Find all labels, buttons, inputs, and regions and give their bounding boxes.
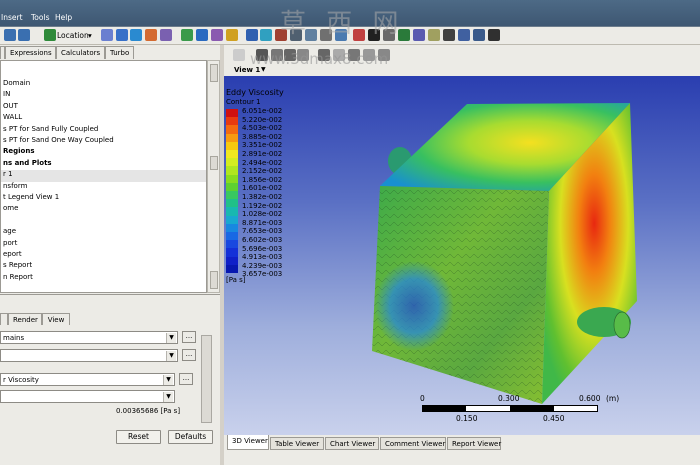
tree-item[interactable]: s PT for Sand Fully Coupled xyxy=(1,125,98,137)
chart-icon[interactable] xyxy=(443,29,455,41)
tree-item[interactable]: t Legend View 1 xyxy=(1,193,59,205)
volume-icon[interactable] xyxy=(246,29,258,41)
location-dropdown[interactable]: Location xyxy=(57,31,89,40)
mesh-calculator-icon[interactable] xyxy=(413,29,425,41)
tab-table-viewer[interactable]: Table Viewer xyxy=(270,437,324,450)
front-blue-region xyxy=(374,261,454,351)
chevron-down-icon: ▼ xyxy=(166,333,176,343)
tree-item[interactable]: Domain xyxy=(1,79,30,91)
tree-scrollbar[interactable] xyxy=(207,60,220,293)
chevron-down-icon: ▼ xyxy=(163,392,173,402)
tab-calculators[interactable]: Calculators xyxy=(56,46,105,59)
streamline-plot-icon[interactable] xyxy=(211,29,223,41)
redo-icon[interactable] xyxy=(18,29,30,41)
domains-browse-button[interactable]: ... xyxy=(182,331,196,343)
viewer-tabs: 3D Viewer Table Viewer Chart Viewer Comm… xyxy=(224,435,700,465)
variable-value: r Viscosity xyxy=(3,376,39,384)
figure-icon[interactable] xyxy=(473,29,485,41)
range-value: 0.00365686 [Pa s] xyxy=(116,407,181,415)
range-select[interactable]: ▼ xyxy=(0,390,175,403)
outline-tree: Domain IN OUT WALL s PT for Sand Fully Coupl… xyxy=(0,60,207,293)
chevron-down-icon[interactable]: ▾ xyxy=(88,31,92,40)
vector-plot-icon[interactable] xyxy=(181,29,193,41)
vector-icon[interactable] xyxy=(101,29,113,41)
tab-expressions[interactable]: Expressions xyxy=(5,46,56,59)
watermark-url: www.3dmax8.com xyxy=(250,50,389,68)
chevron-down-icon: ▼ xyxy=(163,375,173,385)
scroll-thumb[interactable] xyxy=(210,156,218,170)
3d-viewport[interactable]: Eddy Viscosity Contour 1 6.051e-002 5.220… xyxy=(224,76,700,435)
scale-label-0: 0 xyxy=(420,394,425,403)
cube-render xyxy=(372,103,637,404)
tab-comment-viewer[interactable]: Comment Viewer xyxy=(380,437,446,450)
scale-label-600: 0.600 xyxy=(579,394,601,403)
select-icon[interactable] xyxy=(233,49,245,61)
contour-icon[interactable] xyxy=(196,29,208,41)
tree-item[interactable]: OUT xyxy=(1,102,18,114)
scale-seg-1 xyxy=(423,406,466,411)
left-panel: Expressions Calculators Turbo Domain IN OU… xyxy=(0,45,220,465)
tree-item[interactable]: Regions xyxy=(1,147,35,159)
scale-seg-3 xyxy=(510,406,554,411)
tab-report-viewer[interactable]: Report Viewer xyxy=(447,437,501,450)
location-select[interactable]: ▼ xyxy=(0,349,178,362)
tree-item[interactable] xyxy=(1,216,3,228)
menu-insert[interactable]: Insert xyxy=(1,13,23,22)
details-scrollbar[interactable] xyxy=(201,335,212,423)
menu-tools[interactable]: Tools xyxy=(31,13,49,22)
tree-item[interactable]: WALL xyxy=(1,113,22,125)
tab-turbo[interactable]: Turbo xyxy=(105,46,134,59)
details-panel: mains ▼ ... ▼ ... r Viscosity ▼ ... ▼ 0.… xyxy=(0,325,212,425)
menu-help[interactable]: Help xyxy=(55,13,72,22)
tree-item[interactable]: s PT for Sand One Way Coupled xyxy=(1,136,114,148)
tab-3d-viewer[interactable]: 3D Viewer xyxy=(227,435,269,450)
location-icon[interactable] xyxy=(44,29,56,41)
tree-item[interactable]: eport xyxy=(1,250,22,262)
scale-bar xyxy=(422,405,598,412)
variable-browse-button[interactable]: ... xyxy=(179,373,193,385)
tree-item[interactable]: IN xyxy=(1,90,10,102)
reset-button[interactable]: Reset xyxy=(116,430,161,444)
scroll-down-arrow[interactable] xyxy=(210,271,218,289)
comment-icon[interactable] xyxy=(458,29,470,41)
particle-track-icon[interactable] xyxy=(130,29,142,41)
tree-item[interactable]: age xyxy=(1,227,16,239)
tree-item[interactable]: ome xyxy=(1,204,18,216)
domains-select[interactable]: mains ▼ xyxy=(0,331,178,344)
location-browse-button[interactable]: ... xyxy=(182,349,196,361)
tree-item[interactable]: ns and Plots xyxy=(1,159,52,171)
defaults-button[interactable]: Defaults xyxy=(168,430,213,444)
scale-unit: (m) xyxy=(606,394,620,403)
volume-rendering-icon[interactable] xyxy=(145,29,157,41)
variable-select[interactable]: r Viscosity ▼ xyxy=(0,373,175,386)
workspace-tabs: Expressions Calculators Turbo xyxy=(0,46,220,59)
surface-icon[interactable] xyxy=(260,29,272,41)
chevron-down-icon: ▼ xyxy=(166,351,176,361)
tree-item[interactable]: port xyxy=(1,239,17,251)
scale-label-450: 0.450 xyxy=(543,414,565,423)
scroll-up-arrow[interactable] xyxy=(210,64,218,82)
domains-value: mains xyxy=(3,334,25,342)
scale-label-150: 0.150 xyxy=(456,414,478,423)
streamline-icon[interactable] xyxy=(116,29,128,41)
tree-item[interactable]: s Report xyxy=(1,261,32,273)
tree-item[interactable]: n Report xyxy=(1,273,33,285)
undo-icon[interactable] xyxy=(4,29,16,41)
particle-icon[interactable] xyxy=(226,29,238,41)
outlet-pipe-end xyxy=(613,311,631,339)
tab-chart-viewer[interactable]: Chart Viewer xyxy=(325,437,379,450)
command-editor-icon[interactable] xyxy=(488,29,500,41)
watermark-cn: 草 西 网 xyxy=(280,9,405,39)
table-icon[interactable] xyxy=(428,29,440,41)
tree-item[interactable]: r 1 xyxy=(1,170,206,183)
isosurface-icon[interactable] xyxy=(160,29,172,41)
panel-divider xyxy=(0,294,220,295)
tree-item[interactable]: nsform xyxy=(1,182,27,194)
scale-label-300: 0.300 xyxy=(498,394,520,403)
